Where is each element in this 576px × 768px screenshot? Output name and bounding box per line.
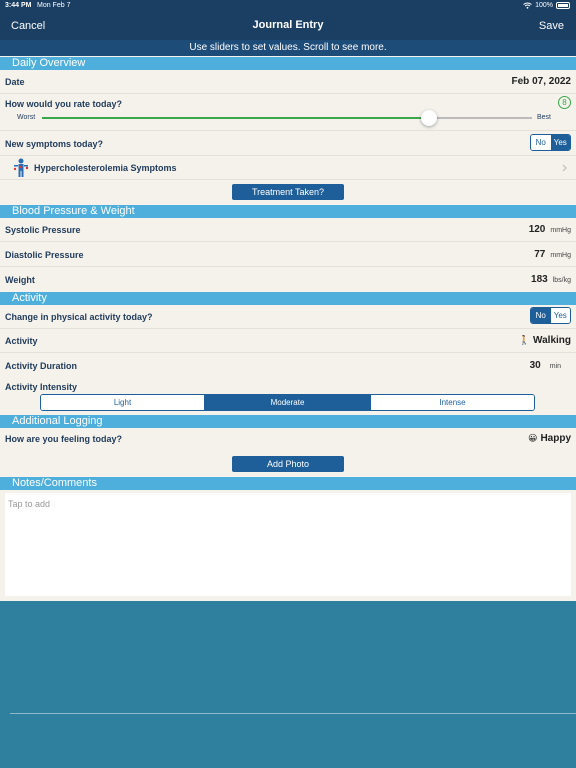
status-time: 3:44 PM: [5, 2, 32, 9]
systolic-unit: mmHg: [550, 227, 571, 234]
symptoms-toggle[interactable]: No Yes: [530, 134, 571, 151]
hint-banner: Use sliders to set values. Scroll to see…: [0, 40, 576, 56]
duration-value[interactable]: 30 min: [530, 360, 561, 371]
symptoms-yes-option[interactable]: Yes: [550, 135, 570, 150]
notes-textarea[interactable]: Tap to add: [5, 493, 571, 596]
symptoms-no-option[interactable]: No: [531, 135, 551, 150]
treatment-taken-button[interactable]: Treatment Taken?: [232, 184, 344, 200]
weight-value[interactable]: 183 lbs/kg: [531, 274, 571, 285]
add-photo-button[interactable]: Add Photo: [232, 456, 344, 472]
feeling-value[interactable]: 😀 Happy: [528, 433, 571, 444]
condition-label: Hypercholesterolemia Symptoms: [34, 163, 177, 173]
diastolic-label: Diastolic Pressure: [5, 250, 84, 260]
person-body-icon: [13, 158, 29, 177]
intensity-intense-option[interactable]: Intense: [370, 395, 534, 410]
symptoms-row: New symptoms today?: [0, 131, 576, 156]
intensity-selector[interactable]: Light Moderate Intense: [40, 394, 535, 411]
activity-value-text: Walking: [533, 335, 571, 346]
section-daily-overview: Daily Overview: [0, 57, 576, 70]
intensity-moderate-option[interactable]: Moderate: [205, 395, 370, 410]
duration-row[interactable]: Activity Duration 30 min: [0, 353, 576, 377]
section-additional-logging: Additional Logging: [0, 415, 576, 428]
activity-row[interactable]: Activity 🚶 Walking: [0, 329, 576, 353]
section-notes: Notes/Comments: [0, 477, 576, 490]
activity-yes-option[interactable]: Yes: [550, 308, 570, 323]
activity-change-row: Change in physical activity today?: [0, 305, 576, 329]
activity-value[interactable]: 🚶 Walking: [519, 335, 571, 346]
nav-bar: Cancel Journal Entry Save: [0, 13, 576, 40]
weight-label: Weight: [5, 275, 35, 285]
symptoms-label: New symptoms today?: [5, 139, 104, 149]
diastolic-unit: mmHg: [550, 252, 571, 259]
diastolic-value[interactable]: 77 mmHg: [534, 249, 571, 260]
systolic-number: 120: [528, 224, 546, 235]
divider: [10, 713, 576, 714]
feeling-row[interactable]: How are you feeling today? 😀 Happy: [0, 428, 576, 452]
slider-best-label: Best: [537, 114, 552, 121]
systolic-value[interactable]: 120 mmHg: [529, 224, 571, 235]
status-date: Mon Feb 7: [37, 2, 71, 9]
duration-label: Activity Duration: [5, 361, 78, 371]
rating-slider-thumb[interactable]: [421, 110, 437, 126]
date-label: Date: [5, 77, 25, 87]
page-title: Journal Entry: [252, 19, 324, 31]
rating-value-badge: 8: [558, 96, 571, 109]
status-bar: 3:44 PM Mon Feb 7 100%: [0, 0, 576, 13]
section-blood-pressure: Blood Pressure & Weight: [0, 205, 576, 218]
systolic-row[interactable]: Systolic Pressure 120 mmHg: [0, 218, 576, 242]
battery-icon: [556, 2, 570, 9]
systolic-label: Systolic Pressure: [5, 225, 81, 235]
happy-face-icon: 😀: [528, 433, 538, 443]
date-value[interactable]: Feb 07, 2022: [512, 76, 571, 87]
wifi-icon: [523, 2, 532, 9]
section-activity: Activity: [0, 292, 576, 305]
activity-change-toggle[interactable]: No Yes: [530, 307, 571, 324]
duration-number: 30: [529, 360, 541, 371]
notes-placeholder: Tap to add: [8, 499, 51, 509]
date-row[interactable]: Date Feb 07, 2022: [0, 70, 576, 94]
condition-row[interactable]: Hypercholesterolemia Symptoms: [0, 156, 576, 180]
slider-worst-label: Worst: [17, 114, 36, 121]
intensity-label: Activity Intensity: [5, 382, 78, 392]
battery-percent: 100%: [535, 2, 553, 9]
feeling-label: How are you feeling today?: [5, 434, 123, 444]
diastolic-row[interactable]: Diastolic Pressure 77 mmHg: [0, 242, 576, 267]
status-right: 100%: [523, 2, 570, 9]
duration-unit: min: [549, 363, 561, 370]
weight-number: 183: [531, 274, 548, 285]
walking-icon: 🚶: [518, 335, 531, 345]
rating-slider-fill[interactable]: [42, 117, 430, 119]
diastolic-number: 77: [534, 249, 546, 260]
activity-change-label: Change in physical activity today?: [5, 312, 153, 322]
weight-row[interactable]: Weight 183 lbs/kg: [0, 267, 576, 292]
rating-label: How would you rate today?: [5, 99, 123, 109]
chevron-right-icon: [562, 164, 567, 172]
intensity-light-option[interactable]: Light: [41, 395, 205, 410]
activity-no-option[interactable]: No: [531, 308, 551, 323]
rating-row: How would you rate today?: [0, 94, 576, 131]
activity-label: Activity: [5, 336, 38, 346]
weight-unit: lbs/kg: [552, 277, 571, 284]
save-button[interactable]: Save: [539, 20, 564, 32]
rating-slider-track[interactable]: [430, 117, 532, 119]
feeling-value-text: Happy: [540, 433, 571, 444]
